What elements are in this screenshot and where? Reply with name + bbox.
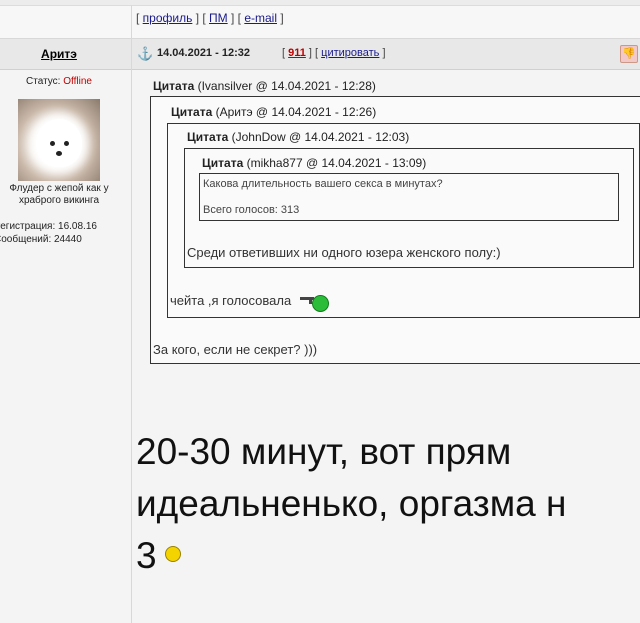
quote-text-1: За кого, если не секрет? ))) bbox=[153, 342, 318, 357]
avatar-dog bbox=[36, 119, 82, 167]
quote-text-3: Среди ответивших ни одного юзера женског… bbox=[187, 245, 501, 260]
post-body-line-2: идеальненько, оргазма н bbox=[136, 483, 567, 524]
avatar-eye-left bbox=[50, 141, 55, 146]
column-divider bbox=[131, 39, 132, 623]
profile-links: [ профиль ] [ ПМ ] [ e-mail ] bbox=[136, 11, 284, 25]
smiley-gun-icon bbox=[300, 292, 330, 312]
quote-label-3: Цитата bbox=[187, 130, 229, 144]
quote-header-1: Цитата (Ivansilver @ 14.04.2021 - 12:28) bbox=[153, 79, 376, 93]
author-name: Аритэ bbox=[0, 47, 118, 61]
message-count: Сообщений: 24440 bbox=[0, 234, 82, 245]
avatar-eye-right bbox=[64, 141, 69, 146]
top-strip bbox=[0, 0, 640, 6]
post-body-line-1: 20-30 минут, вот прям bbox=[136, 431, 512, 472]
quote-label-2: Цитата bbox=[171, 105, 213, 119]
registration-date: Регистрация: 16.08.16 bbox=[0, 221, 97, 232]
pm-link[interactable]: ПМ bbox=[209, 11, 228, 25]
author-link[interactable]: Аритэ bbox=[41, 47, 77, 61]
quote-meta-1: (Ivansilver @ 14.04.2021 - 12:28) bbox=[197, 79, 376, 93]
anchor-icon[interactable]: ⚓ bbox=[137, 46, 153, 62]
profile-link[interactable]: профиль bbox=[143, 11, 193, 25]
post-number-link[interactable]: 911 bbox=[288, 47, 306, 59]
status-label: Статус: bbox=[26, 76, 61, 87]
poll-box: Какова длительность вашего секса в минут… bbox=[199, 173, 619, 221]
post-date: 14.04.2021 - 12:32 bbox=[157, 47, 250, 59]
email-link[interactable]: e-mail bbox=[244, 11, 277, 25]
dizzy-smiley-icon bbox=[164, 546, 181, 563]
poll-question: Какова длительность вашего секса в минут… bbox=[203, 178, 443, 190]
user-stats: Регистрация: 16.08.16 Сообщений: 24440 bbox=[0, 220, 97, 246]
poll-total-votes: Всего голосов: 313 bbox=[203, 204, 300, 216]
quote-meta-4: (mikha877 @ 14.04.2021 - 13:09) bbox=[246, 156, 427, 170]
quote-label-4: Цитата bbox=[202, 156, 244, 170]
quote-label-1: Цитата bbox=[153, 79, 195, 93]
quote-meta-2: (Аритэ @ 14.04.2021 - 12:26) bbox=[215, 105, 377, 119]
quote-header-4: Цитата (mikha877 @ 14.04.2021 - 13:09) bbox=[202, 156, 426, 170]
column-divider-top bbox=[131, 5, 132, 38]
avatar bbox=[18, 99, 100, 181]
avatar-nose bbox=[56, 151, 62, 156]
smiley-face bbox=[312, 295, 329, 312]
post-body-line-3: 3 bbox=[136, 530, 566, 582]
cite-link[interactable]: цитировать bbox=[321, 47, 379, 59]
quote-header-3: Цитата (JohnDow @ 14.04.2021 - 12:03) bbox=[187, 130, 409, 144]
quote-header-2: Цитата (Аритэ @ 14.04.2021 - 12:26) bbox=[171, 105, 376, 119]
top-bar bbox=[0, 0, 640, 39]
post-body: 20-30 минут, вот прям идеальненько, орга… bbox=[136, 426, 566, 582]
quote-text-2: чейта ,я голосовала bbox=[170, 293, 292, 308]
report-icon[interactable]: 👎 bbox=[620, 45, 638, 63]
user-status: Статус: Offline bbox=[0, 76, 118, 87]
avatar-caption: Флудер с жепой как у храброго викинга bbox=[9, 183, 109, 206]
status-value: Offline bbox=[63, 76, 92, 87]
quote-meta-3: (JohnDow @ 14.04.2021 - 12:03) bbox=[231, 130, 410, 144]
post-body-line-3-text: 3 bbox=[136, 535, 157, 576]
post-links: [ 911 ] [ цитировать ] bbox=[282, 47, 386, 59]
